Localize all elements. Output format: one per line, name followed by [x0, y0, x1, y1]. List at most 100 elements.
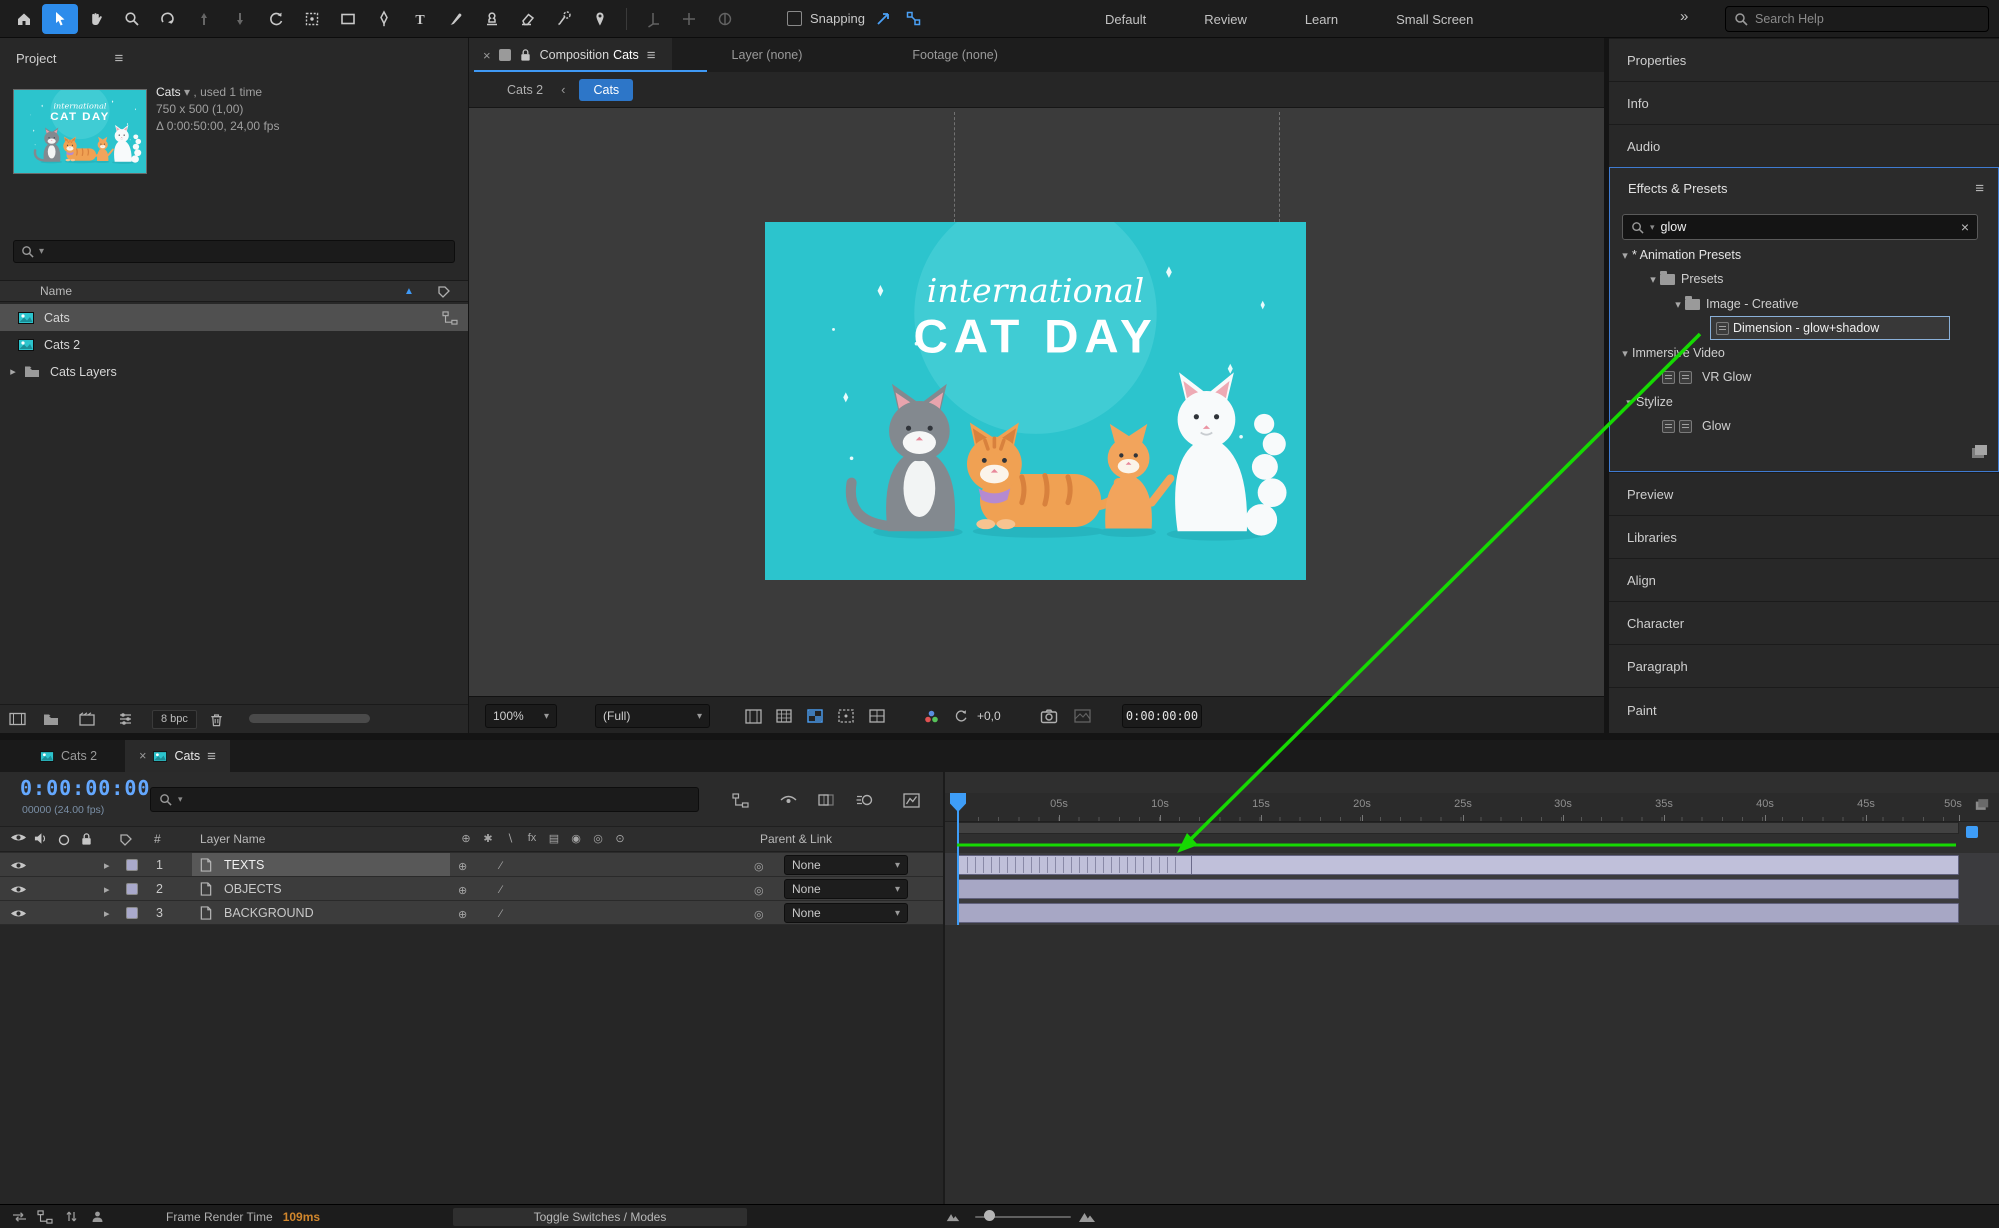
breadcrumb-parent[interactable]: Cats 2	[507, 83, 543, 97]
motion-blur-button[interactable]	[851, 788, 877, 812]
layer-label-swatch[interactable]	[126, 883, 138, 895]
footage-viewer-tab[interactable]: Footage (none)	[912, 48, 997, 62]
paragraph-panel-header[interactable]: Paragraph	[1609, 644, 1999, 687]
audio-panel-header[interactable]: Audio	[1609, 124, 1999, 167]
composition-viewport[interactable]	[469, 108, 1604, 696]
composition-canvas[interactable]	[765, 222, 1306, 580]
properties-panel-header[interactable]: Properties	[1609, 38, 1999, 81]
layer-visibility-eye-icon[interactable]	[10, 908, 27, 919]
adjustment-column-icon[interactable]: ◎	[588, 832, 608, 845]
workspace-review[interactable]: Review	[1204, 12, 1247, 27]
workspace-default[interactable]: Default	[1105, 12, 1146, 27]
project-search-box[interactable]: ▾	[13, 240, 455, 263]
workspace-small-screen[interactable]: Small Screen	[1396, 12, 1473, 27]
render-queue-toggle[interactable]	[6, 1207, 32, 1227]
puppet-pin-tool[interactable]	[582, 4, 618, 34]
solo-column-icon[interactable]	[58, 834, 70, 846]
orbit-camera-tool[interactable]	[150, 4, 186, 34]
channels-button[interactable]	[772, 704, 796, 728]
timeline-tab-cats[interactable]: × Cats ≡	[125, 740, 230, 772]
parent-select[interactable]: None▾	[784, 855, 908, 875]
preview-panel-header[interactable]: Preview	[1609, 472, 1999, 515]
item-dropdown-icon[interactable]: ▾	[184, 85, 190, 99]
pen-tool[interactable]	[366, 4, 402, 34]
threed-column-icon[interactable]: ⊙	[610, 832, 630, 845]
layer-name-column-header[interactable]: Layer Name	[200, 832, 265, 846]
timeline-search-box[interactable]: ▾	[150, 787, 699, 812]
quality-switch[interactable]: ∕	[500, 854, 520, 878]
hand-tool[interactable]	[78, 4, 114, 34]
layer-duration-bar-background[interactable]	[958, 903, 1959, 923]
breadcrumb-current[interactable]: Cats	[579, 79, 633, 101]
layer-viewer-tab[interactable]: Layer (none)	[732, 48, 803, 62]
layer-duration-bar-objects[interactable]	[958, 879, 1959, 899]
close-tab-icon[interactable]: ×	[483, 48, 491, 63]
parent-select[interactable]: None▾	[784, 879, 908, 899]
collapse-switch[interactable]: ⊕	[458, 878, 478, 902]
tree-item-image-creative-folder[interactable]: ▾ Image - Creative	[1610, 292, 1998, 316]
layer-row-objects[interactable]: ▸ 2 OBJECTS ⊕ ∕ ◎ None▾	[0, 877, 943, 901]
label-column-icon[interactable]	[120, 834, 132, 846]
effects-presets-title[interactable]: Effects & Presets	[1628, 181, 1727, 196]
view-axis-mode[interactable]	[707, 4, 743, 34]
rotation-tool[interactable]	[258, 4, 294, 34]
parent-select[interactable]: None▾	[784, 903, 908, 923]
frame-blend-column-icon[interactable]: ▤	[544, 832, 564, 845]
brush-tool[interactable]	[438, 4, 474, 34]
character-panel-header[interactable]: Character	[1609, 601, 1999, 644]
layer-disclosure-icon[interactable]: ▸	[104, 877, 118, 901]
zoom-in-mountain-icon[interactable]	[1078, 1209, 1096, 1223]
pan-camera-tool[interactable]	[186, 4, 222, 34]
align-panel-header[interactable]: Align	[1609, 558, 1999, 601]
effects-panel-menu-icon[interactable]: ≡	[1975, 180, 1984, 197]
usage-flowchart-icon[interactable]	[442, 311, 458, 325]
selection-tool[interactable]	[42, 4, 78, 34]
layer-disclosure-icon[interactable]: ▸	[104, 853, 118, 877]
project-row-cats[interactable]: Cats	[0, 304, 468, 331]
timeline-panel-menu-icon[interactable]: ≡	[207, 748, 216, 765]
tree-item-vr-glow[interactable]: VR Glow	[1610, 365, 1998, 389]
comp-marker-bin-icon[interactable]	[1975, 798, 1989, 811]
pickwhip-icon[interactable]: ◎	[754, 902, 774, 926]
layer-name[interactable]: OBJECTS	[224, 877, 282, 901]
effects-column-icon[interactable]: ✱	[478, 832, 498, 845]
fx-column-icon[interactable]: fx	[522, 832, 542, 844]
local-axis-mode[interactable]	[635, 4, 671, 34]
work-area-bar[interactable]	[958, 822, 1959, 834]
motion-blur-column-icon[interactable]: ◉	[566, 832, 586, 845]
help-search-input[interactable]	[1755, 12, 1980, 26]
collapse-switch[interactable]: ⊕	[458, 902, 478, 926]
show-snapshot-button[interactable]	[1070, 704, 1094, 728]
delete-button[interactable]	[197, 711, 237, 728]
project-panel-menu-icon[interactable]: ≡	[114, 50, 123, 67]
info-panel-header[interactable]: Info	[1609, 81, 1999, 124]
time-ruler[interactable]: 0s 05s 10s 15s 20s 25s 30s 35s 40s 45s 5…	[945, 793, 1999, 822]
home-button[interactable]	[6, 4, 42, 34]
zoom-tool[interactable]	[114, 4, 150, 34]
mini-flowchart-button[interactable]	[727, 788, 753, 812]
label-column-icon[interactable]	[438, 286, 450, 298]
search-dropdown-icon[interactable]: ▾	[39, 246, 44, 257]
parent-link-column-header[interactable]: Parent & Link	[760, 832, 832, 846]
layer-visibility-eye-icon[interactable]	[10, 860, 27, 871]
magnification-select[interactable]: 100% ▾	[485, 704, 557, 728]
new-composition-button[interactable]	[68, 712, 106, 726]
close-tab-icon[interactable]: ×	[139, 749, 146, 763]
clear-search-icon[interactable]: ×	[1961, 219, 1969, 235]
layer-label-swatch[interactable]	[126, 907, 138, 919]
expand-icon[interactable]: ▾	[1622, 396, 1636, 409]
workspace-overflow-button[interactable]: »	[1680, 8, 1688, 25]
roto-brush-tool[interactable]	[546, 4, 582, 34]
expand-icon[interactable]: ▾	[1618, 347, 1632, 360]
layer-visibility-eye-icon[interactable]	[10, 884, 27, 895]
lock-icon[interactable]	[519, 48, 532, 62]
snap-edges-button[interactable]	[873, 8, 895, 30]
toggle-switches-modes-button[interactable]: Toggle Switches / Modes	[453, 1208, 747, 1226]
video-column-icon[interactable]	[10, 832, 27, 843]
layer-label-swatch[interactable]	[126, 859, 138, 871]
project-panel-title[interactable]: Project	[16, 51, 56, 66]
help-search-box[interactable]	[1725, 6, 1989, 32]
project-row-cats-2[interactable]: Cats 2	[0, 331, 468, 358]
shy-layers-button[interactable]	[775, 788, 801, 812]
take-snapshot-button[interactable]	[1037, 704, 1061, 728]
